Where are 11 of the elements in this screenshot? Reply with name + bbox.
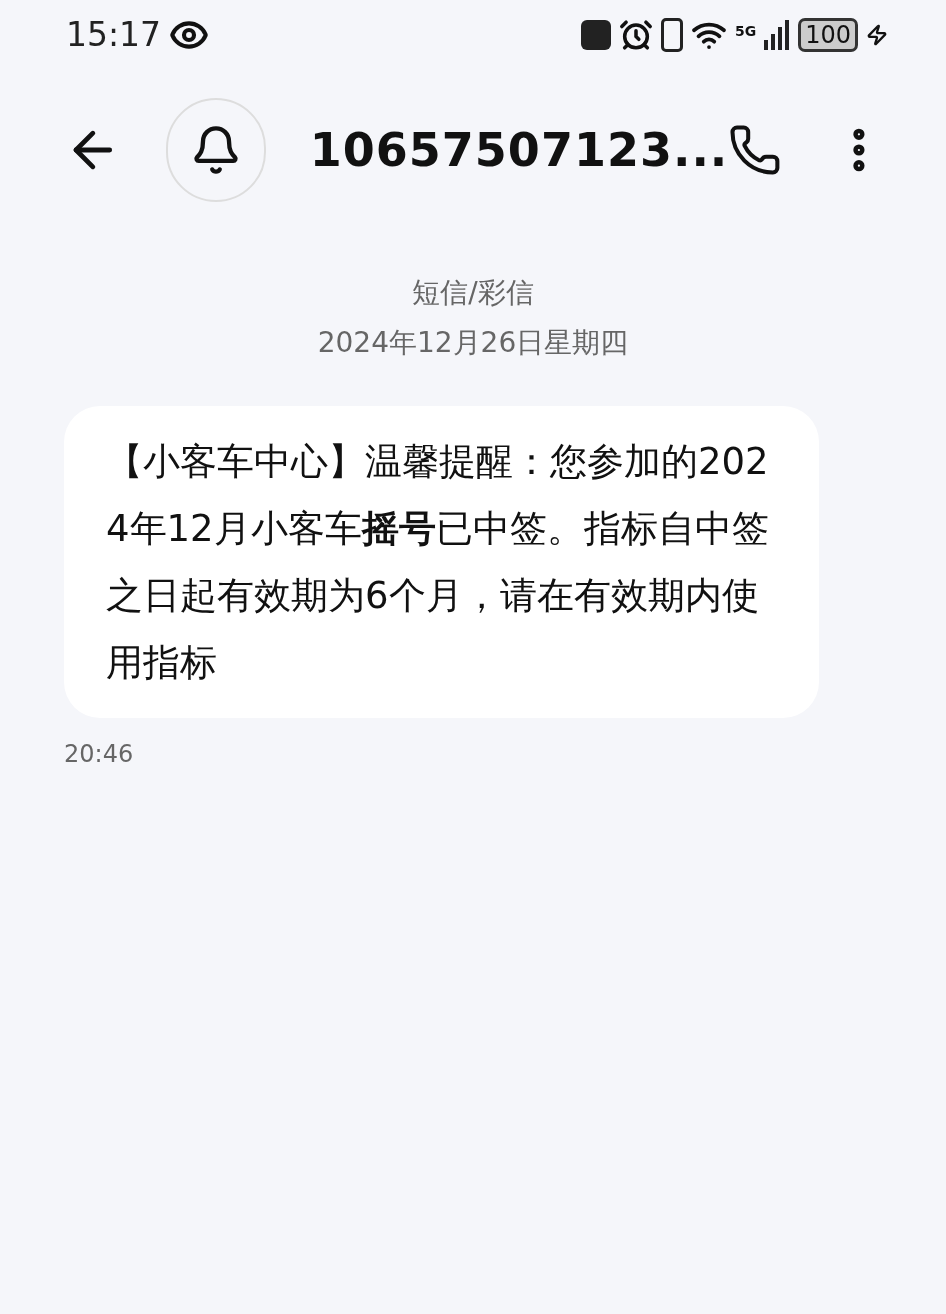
alarm-icon (618, 18, 653, 52)
conversation-type: 短信/彩信 (412, 275, 534, 311)
battery-level: 100 (798, 18, 858, 52)
conversation-date: 2024年12月26日星期四 (317, 325, 629, 361)
message-time: 20:46 (64, 739, 135, 770)
status-time: 15:17 (66, 14, 162, 57)
message-text: 【小客车中心】温馨提醒：您参加的2024年12月小客车摇号已中签。指标自中签之日起有效期为6个月，请在有效期内使用指标 (106, 439, 770, 686)
charging-icon (866, 22, 888, 48)
contact-number: 10657507123... (309, 121, 729, 179)
network-label: 5G (734, 22, 757, 41)
signal-icon (764, 20, 791, 50)
